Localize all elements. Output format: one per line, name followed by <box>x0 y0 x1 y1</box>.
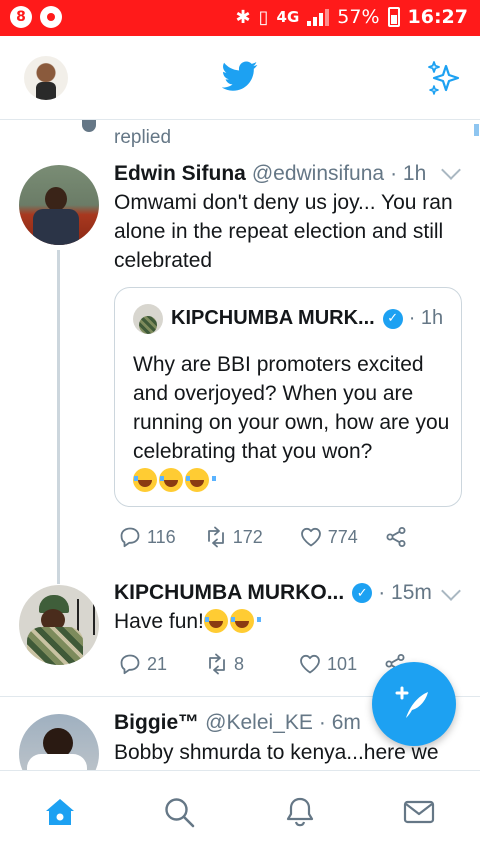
clock: 16:27 <box>407 6 468 28</box>
tweet-header: Biggie™ @Kelei_KE · 6m <box>114 711 361 735</box>
like-count: 101 <box>327 653 358 674</box>
media-icon <box>40 6 62 28</box>
battery-percent: 57% <box>337 6 380 28</box>
tweet-header: KIPCHUMBA MURKO... ✓ · 15m <box>114 581 432 605</box>
author-handle: @edwinsifuna <box>251 162 385 185</box>
like-button[interactable]: 774 <box>299 525 358 549</box>
reply-button[interactable]: 116 <box>118 525 176 549</box>
nav-home[interactable] <box>43 795 77 829</box>
nav-messages[interactable] <box>402 795 436 829</box>
reply-button[interactable]: 21 <box>118 652 167 676</box>
quoted-tweet[interactable]: KIPCHUMBA MURK... ✓ · 1h Why are BBI pro… <box>114 287 462 507</box>
notification-badge-icon: 8 <box>10 6 32 28</box>
retweet-icon <box>207 526 224 548</box>
like-button[interactable]: 101 <box>298 652 357 676</box>
retweet-icon <box>209 653 225 675</box>
messages-icon <box>403 800 435 824</box>
author-handle: @Kelei_KE <box>205 711 313 734</box>
reply-icon <box>120 654 140 675</box>
chevron-down-icon[interactable] <box>441 581 461 601</box>
quote-avatar <box>133 304 163 334</box>
home-icon <box>46 799 74 825</box>
reply-count: 116 <box>147 526 176 547</box>
quote-text-block: Why are BBI promoters excited and overjo… <box>133 350 453 495</box>
quote-text: Why are BBI promoters excited and overjo… <box>133 353 450 463</box>
share-button[interactable] <box>384 525 408 549</box>
author-name: KIPCHUMBA MURKO... <box>114 581 345 604</box>
verified-badge-icon: ✓ <box>352 583 373 603</box>
bottom-nav <box>0 770 480 854</box>
tears-of-joy-emoji-icon <box>203 609 235 633</box>
tears-of-joy-emoji-icon <box>185 468 216 492</box>
tweet-header: Edwin Sifuna @edwinsifuna · 1h <box>114 162 426 186</box>
tweet-actions: 21 8 101 <box>118 652 407 676</box>
tweet-time: · 1h <box>390 162 427 185</box>
nav-search[interactable] <box>162 795 196 829</box>
author-name: Edwin Sifuna <box>114 162 246 185</box>
quote-author-name: KIPCHUMBA MURK... <box>171 307 375 329</box>
tears-of-joy-emoji-icon <box>229 609 261 633</box>
retweet-count: 8 <box>234 653 245 674</box>
tweet-text-block: Have fun! <box>114 607 464 636</box>
tweet-actions: 116 172 774 <box>118 525 408 549</box>
replied-label: replied <box>114 127 172 148</box>
retweet-button[interactable]: 172 <box>204 525 263 549</box>
like-count: 774 <box>327 526 358 547</box>
network-type: 4G <box>276 8 300 26</box>
vibrate-icon: ▯ <box>258 6 269 28</box>
avatar-face <box>41 609 65 631</box>
sparkle-icon[interactable] <box>424 58 464 98</box>
thread-line <box>57 250 60 584</box>
heart-icon <box>300 654 320 674</box>
avatar[interactable] <box>19 585 99 665</box>
feather-plus-icon <box>395 686 428 718</box>
verified-badge-icon: ✓ <box>382 308 403 329</box>
retweet-button[interactable]: 8 <box>205 652 244 676</box>
profile-avatar[interactable] <box>24 56 68 100</box>
bluetooth-icon: ✱ <box>235 6 251 28</box>
avatar-sign <box>77 599 95 635</box>
battery-icon <box>387 7 400 27</box>
quote-header: KIPCHUMBA MURK... ✓ · 1h <box>171 307 443 330</box>
tweet-text: Have fun! <box>114 610 204 633</box>
tears-of-joy-emoji-icon <box>133 468 164 492</box>
top-bar <box>0 36 480 120</box>
twitter-bird-icon <box>222 61 258 91</box>
thread-context: replied <box>0 120 480 158</box>
reply-icon <box>120 527 140 548</box>
notifications-icon <box>286 797 314 827</box>
tweet-time: · 6m <box>318 711 361 734</box>
chevron-down-icon[interactable] <box>441 160 461 180</box>
reply-context-icon <box>82 120 96 132</box>
avatar[interactable] <box>19 165 99 245</box>
status-left: 8 <box>10 6 62 28</box>
tweet-time: · 15m <box>378 581 432 604</box>
tears-of-joy-emoji-icon <box>159 468 190 492</box>
quote-time: · 1h <box>408 307 444 329</box>
tweet-text: Omwami don't deny us joy... You ran alon… <box>114 191 453 272</box>
retweet-count: 172 <box>232 526 263 547</box>
status-bar: 8 ✱ ▯ 4G 57% 16:27 <box>0 0 480 36</box>
author-name: Biggie™ <box>114 711 200 734</box>
compose-tweet-button[interactable] <box>372 662 456 746</box>
signal-icon <box>307 8 330 26</box>
search-icon <box>165 798 195 828</box>
nav-notifications[interactable] <box>283 795 317 829</box>
reply-count: 21 <box>147 653 168 674</box>
heart-icon <box>300 527 321 547</box>
status-right: ✱ ▯ 4G 57% 16:27 <box>236 6 468 28</box>
share-icon <box>386 527 406 547</box>
